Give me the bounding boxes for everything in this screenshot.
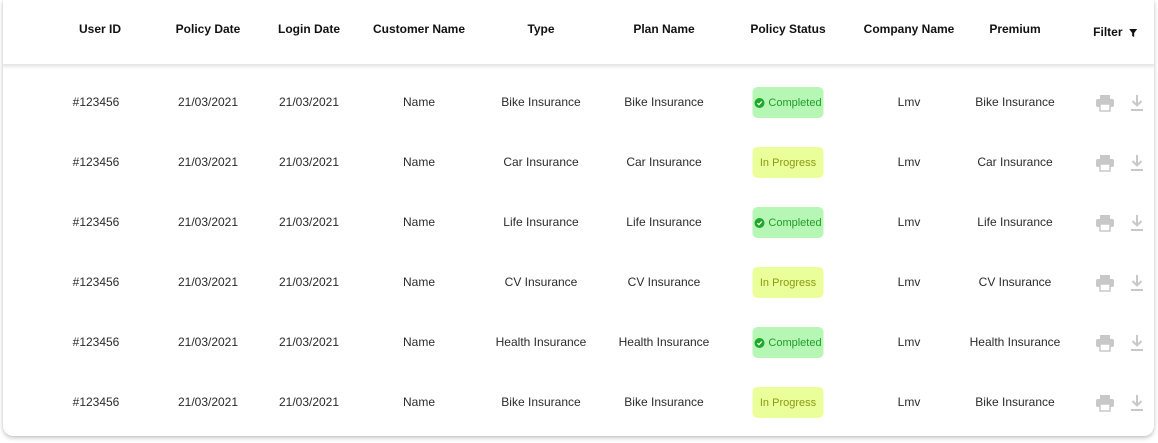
filter-icon <box>1128 28 1137 37</box>
check-circle-icon <box>754 217 765 228</box>
cell-policy-date: 21/03/2021 <box>177 335 239 349</box>
cell-policy-date: 21/03/2021 <box>177 275 239 289</box>
cell-premium: CV Insurance <box>978 275 1052 289</box>
filter-button[interactable]: Filter <box>1093 25 1137 39</box>
cell-plan-name: CV Insurance <box>627 275 701 289</box>
status-label: Completed <box>768 216 822 229</box>
cell-premium: Bike Insurance <box>975 95 1055 109</box>
cell-premium: Life Insurance <box>977 215 1053 229</box>
cell-company-name: Lmv <box>897 395 921 409</box>
status-label: Completed <box>768 336 822 349</box>
cell-customer-name: Name <box>402 335 436 349</box>
cell-type: Bike Insurance <box>501 395 581 409</box>
download-icon[interactable] <box>1130 214 1144 232</box>
status-label: Completed <box>768 96 822 109</box>
table-row[interactable]: #123456 21/03/2021 21/03/2021 Name CV In… <box>3 253 1154 313</box>
filter-label: Filter <box>1093 25 1123 39</box>
table-row[interactable]: #123456 21/03/2021 21/03/2021 Name Car I… <box>3 133 1154 193</box>
header-premium[interactable]: Premium <box>989 22 1040 36</box>
cell-login-date: 21/03/2021 <box>278 155 340 169</box>
cell-user-id: #123456 <box>72 155 120 169</box>
cell-policy-date: 21/03/2021 <box>177 95 239 109</box>
header-customer-name[interactable]: Customer Name <box>373 22 465 36</box>
cell-login-date: 21/03/2021 <box>278 395 340 409</box>
cell-plan-name: Bike Insurance <box>624 395 704 409</box>
cell-company-name: Lmv <box>897 155 921 169</box>
cell-customer-name: Name <box>402 95 436 109</box>
cell-plan-name: Health Insurance <box>618 335 710 349</box>
print-icon[interactable] <box>1095 154 1115 172</box>
header-company-name[interactable]: Company Name <box>864 22 955 36</box>
header-plan-name[interactable]: Plan Name <box>633 22 694 36</box>
cell-customer-name: Name <box>402 155 436 169</box>
cell-company-name: Lmv <box>897 275 921 289</box>
status-badge: Completed <box>752 207 824 238</box>
policy-table: User ID Policy Date Login Date Customer … <box>3 0 1154 436</box>
check-circle-icon <box>754 97 765 108</box>
cell-login-date: 21/03/2021 <box>278 215 340 229</box>
download-icon[interactable] <box>1130 154 1144 172</box>
status-badge: In Progress <box>752 267 824 298</box>
cell-type: Car Insurance <box>503 155 579 169</box>
header-user-id[interactable]: User ID <box>79 22 121 36</box>
table-row[interactable]: #123456 21/03/2021 21/03/2021 Name Healt… <box>3 313 1154 373</box>
status-badge: In Progress <box>752 387 824 418</box>
cell-premium: Bike Insurance <box>975 395 1055 409</box>
download-icon[interactable] <box>1130 94 1144 112</box>
cell-login-date: 21/03/2021 <box>278 275 340 289</box>
cell-company-name: Lmv <box>897 215 921 229</box>
print-icon[interactable] <box>1095 394 1115 412</box>
download-icon[interactable] <box>1130 394 1144 412</box>
table-row[interactable]: #123456 21/03/2021 21/03/2021 Name Bike … <box>3 73 1154 133</box>
print-icon[interactable] <box>1095 274 1115 292</box>
check-circle-icon <box>754 337 765 348</box>
print-icon[interactable] <box>1095 94 1115 112</box>
cell-user-id: #123456 <box>72 335 120 349</box>
table-row[interactable]: #123456 21/03/2021 21/03/2021 Name Bike … <box>3 373 1154 433</box>
status-label: In Progress <box>759 276 817 289</box>
print-icon[interactable] <box>1095 214 1115 232</box>
header-policy-date[interactable]: Policy Date <box>176 22 241 36</box>
header-policy-status[interactable]: Policy Status <box>750 22 825 36</box>
cell-customer-name: Name <box>402 275 436 289</box>
cell-user-id: #123456 <box>72 215 120 229</box>
cell-premium: Health Insurance <box>969 335 1061 349</box>
table-header: User ID Policy Date Login Date Customer … <box>3 0 1154 65</box>
cell-policy-date: 21/03/2021 <box>177 395 239 409</box>
cell-plan-name: Car Insurance <box>626 155 702 169</box>
status-badge: Completed <box>752 87 824 118</box>
cell-login-date: 21/03/2021 <box>278 95 340 109</box>
cell-type: Bike Insurance <box>501 95 581 109</box>
cell-policy-date: 21/03/2021 <box>177 215 239 229</box>
cell-customer-name: Name <box>402 215 436 229</box>
status-badge: In Progress <box>752 147 824 178</box>
cell-user-id: #123456 <box>72 395 120 409</box>
download-icon[interactable] <box>1130 274 1144 292</box>
cell-user-id: #123456 <box>72 275 120 289</box>
cell-customer-name: Name <box>402 395 436 409</box>
cell-policy-date: 21/03/2021 <box>177 155 239 169</box>
cell-premium: Car Insurance <box>977 155 1053 169</box>
cell-user-id: #123456 <box>72 95 120 109</box>
cell-company-name: Lmv <box>897 335 921 349</box>
cell-company-name: Lmv <box>897 95 921 109</box>
status-badge: Completed <box>752 327 824 358</box>
download-icon[interactable] <box>1130 334 1144 352</box>
header-login-date[interactable]: Login Date <box>278 22 340 36</box>
cell-plan-name: Life Insurance <box>626 215 702 229</box>
cell-plan-name: Bike Insurance <box>624 95 704 109</box>
cell-login-date: 21/03/2021 <box>278 335 340 349</box>
header-type[interactable]: Type <box>527 22 554 36</box>
print-icon[interactable] <box>1095 334 1115 352</box>
cell-type: CV Insurance <box>504 275 578 289</box>
cell-type: Life Insurance <box>503 215 579 229</box>
status-label: In Progress <box>759 396 817 409</box>
status-label: In Progress <box>759 156 817 169</box>
cell-type: Health Insurance <box>495 335 587 349</box>
table-row[interactable]: #123456 21/03/2021 21/03/2021 Name Life … <box>3 193 1154 253</box>
